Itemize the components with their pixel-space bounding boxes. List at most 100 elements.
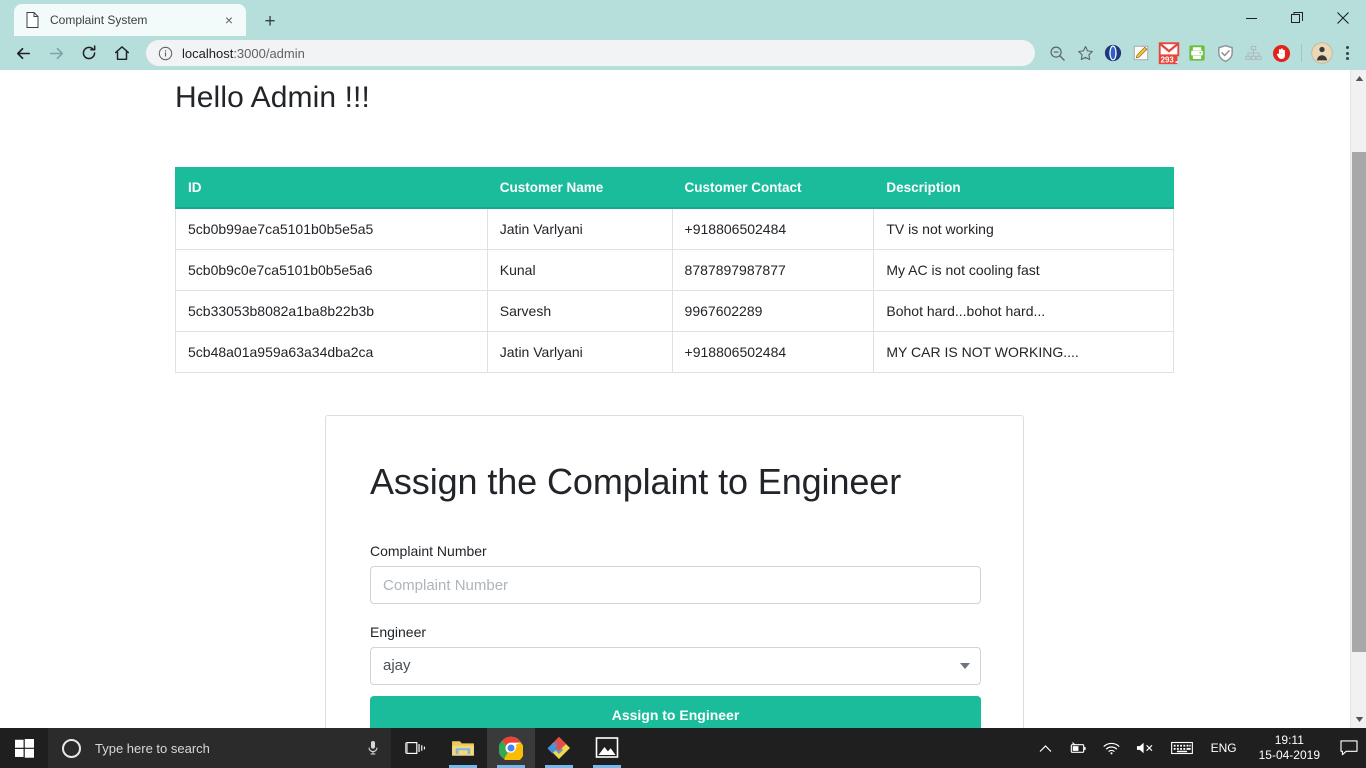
address-bar[interactable]: localhost:3000/admin xyxy=(146,40,1035,66)
field-spacer xyxy=(370,604,979,624)
engineer-select-display[interactable]: ajay xyxy=(370,647,981,685)
battery-charging-icon[interactable] xyxy=(1060,742,1095,755)
assign-complaint-card: Assign the Complaint to Engineer Complai… xyxy=(325,415,1024,728)
photos-app-icon[interactable] xyxy=(583,728,631,768)
tab-complaint-system[interactable]: Complaint System × xyxy=(14,4,246,36)
keyboard-icon[interactable] xyxy=(1163,741,1201,755)
clock-date: 15-04-2019 xyxy=(1259,748,1320,763)
action-center-icon[interactable] xyxy=(1332,740,1366,756)
search-placeholder-text: Type here to search xyxy=(95,741,365,756)
table-row[interactable]: 5cb33053b8082a1ba8b22b3b Sarvesh 9967602… xyxy=(176,291,1174,332)
cell-name: Sarvesh xyxy=(487,291,672,332)
cell-contact: 8787897987877 xyxy=(672,250,874,291)
shield-check-icon[interactable] xyxy=(1211,39,1239,67)
toolbar-divider xyxy=(1301,44,1302,62)
windows-start-icon[interactable] xyxy=(0,728,48,768)
cell-description: MY CAR IS NOT WORKING.... xyxy=(874,332,1174,373)
cortana-circle-icon xyxy=(62,739,81,758)
file-explorer-icon[interactable] xyxy=(439,728,487,768)
page-viewport: Hello Admin !!! ID Customer Name Custome… xyxy=(0,70,1366,728)
column-header-name: Customer Name xyxy=(487,168,672,209)
clock[interactable]: 19:11 15-04-2019 xyxy=(1247,733,1332,763)
cell-name: Jatin Varlyani xyxy=(487,332,672,373)
cell-name: Kunal xyxy=(487,250,672,291)
cell-name: Jatin Varlyani xyxy=(487,208,672,250)
engineer-label: Engineer xyxy=(370,624,979,640)
browser-window: Complaint System × + xyxy=(0,0,1366,728)
language-indicator[interactable]: ENG xyxy=(1201,741,1247,755)
cell-contact: 9967602289 xyxy=(672,291,874,332)
google-chrome-icon[interactable] xyxy=(487,728,535,768)
opera-blue-icon[interactable] xyxy=(1099,39,1127,67)
new-tab-button[interactable]: + xyxy=(256,8,284,36)
mail-envelope-icon[interactable]: 293 xyxy=(1155,39,1183,67)
forward-arrow-icon[interactable] xyxy=(41,38,71,68)
browser-toolbar: localhost:3000/admin xyxy=(0,36,1366,70)
sitemap-icon[interactable] xyxy=(1239,39,1267,67)
form-title: Assign the Complaint to Engineer xyxy=(370,461,979,503)
table-row[interactable]: 5cb0b99ae7ca5101b0b5e5a5 Jatin Varlyani … xyxy=(176,208,1174,250)
cell-contact: +918806502484 xyxy=(672,332,874,373)
zoom-out-icon[interactable] xyxy=(1043,39,1071,67)
cell-description: Bohot hard...bohot hard... xyxy=(874,291,1174,332)
maximize-icon[interactable] xyxy=(1274,0,1320,36)
volume-muted-icon[interactable] xyxy=(1128,741,1163,755)
cell-id: 5cb0b99ae7ca5101b0b5e5a5 xyxy=(176,208,488,250)
complaint-number-label: Complaint Number xyxy=(370,543,979,559)
minimize-icon[interactable] xyxy=(1228,0,1274,36)
cell-id: 5cb33053b8082a1ba8b22b3b xyxy=(176,291,488,332)
tab-strip: Complaint System × + xyxy=(0,0,1366,36)
cell-id: 5cb0b9c0e7ca5101b0b5e5a6 xyxy=(176,250,488,291)
printer-green-icon[interactable] xyxy=(1183,39,1211,67)
url-host: localhost xyxy=(182,46,233,61)
back-arrow-icon[interactable] xyxy=(8,38,38,68)
engineer-select[interactable]: ajay xyxy=(370,647,981,685)
column-header-contact: Customer Contact xyxy=(672,168,874,209)
page-title: Hello Admin !!! xyxy=(175,81,370,115)
extension-icons: 293 xyxy=(1043,39,1336,67)
card-body: Assign the Complaint to Engineer Complai… xyxy=(326,416,1023,728)
url-path: :3000/admin xyxy=(233,46,305,61)
table-header: ID Customer Name Customer Contact Descri… xyxy=(176,168,1174,209)
cell-description: TV is not working xyxy=(874,208,1174,250)
chevron-up-icon[interactable] xyxy=(1031,744,1060,753)
microphone-icon[interactable] xyxy=(365,740,381,756)
complaints-table: ID Customer Name Customer Contact Descri… xyxy=(175,167,1174,373)
svg-text:293: 293 xyxy=(1161,55,1175,64)
cell-id: 5cb48a01a959a63a34dba2ca xyxy=(176,332,488,373)
clock-time: 19:11 xyxy=(1259,733,1320,748)
table-row[interactable]: 5cb0b9c0e7ca5101b0b5e5a6 Kunal 878789798… xyxy=(176,250,1174,291)
taskbar-search[interactable]: Type here to search xyxy=(48,728,391,768)
table-row[interactable]: 5cb48a01a959a63a34dba2ca Jatin Varlyani … xyxy=(176,332,1174,373)
page-scrollbar[interactable] xyxy=(1350,70,1366,728)
adblock-stop-icon[interactable] xyxy=(1267,39,1295,67)
complaint-number-input[interactable] xyxy=(370,566,981,604)
task-view-icon[interactable] xyxy=(391,728,439,768)
info-circle-icon xyxy=(158,46,173,61)
assign-to-engineer-button[interactable]: Assign to Engineer xyxy=(370,696,981,728)
three-dot-menu-icon[interactable] xyxy=(1336,39,1358,67)
scrollbar-thumb[interactable] xyxy=(1352,152,1366,652)
taskbar-apps xyxy=(391,728,631,768)
home-icon[interactable] xyxy=(107,38,137,68)
window-controls xyxy=(1228,0,1366,36)
url-text: localhost:3000/admin xyxy=(182,46,305,61)
system-tray: ENG 19:11 15-04-2019 xyxy=(1031,728,1366,768)
close-icon[interactable] xyxy=(1320,0,1366,36)
cell-contact: +918806502484 xyxy=(672,208,874,250)
document-icon xyxy=(26,12,40,28)
bookmark-star-icon[interactable] xyxy=(1071,39,1099,67)
table-header-row: ID Customer Name Customer Contact Descri… xyxy=(176,168,1174,209)
scroll-down-arrow-icon[interactable] xyxy=(1351,711,1366,728)
notepad-pencil-icon[interactable] xyxy=(1127,39,1155,67)
windows-taskbar: Type here to search xyxy=(0,728,1366,768)
diamond-app-icon[interactable] xyxy=(535,728,583,768)
close-icon[interactable]: × xyxy=(220,11,238,29)
wifi-icon[interactable] xyxy=(1095,742,1128,755)
reload-icon[interactable] xyxy=(74,38,104,68)
scroll-up-arrow-icon[interactable] xyxy=(1351,70,1366,87)
table-body: 5cb0b99ae7ca5101b0b5e5a5 Jatin Varlyani … xyxy=(176,208,1174,373)
profile-avatar-icon[interactable] xyxy=(1308,39,1336,67)
column-header-id: ID xyxy=(176,168,488,209)
column-header-desc: Description xyxy=(874,168,1174,209)
